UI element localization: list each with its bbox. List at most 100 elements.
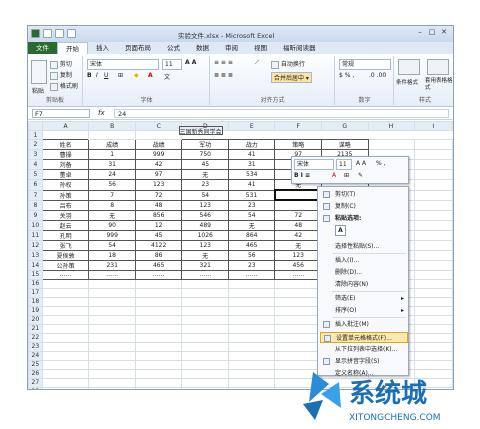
table-title-cell[interactable]: 三国新秀同学会 (178, 125, 223, 135)
column-header[interactable]: E (228, 121, 276, 131)
cell[interactable]: …… (134, 269, 183, 280)
cell[interactable]: 54 (228, 209, 276, 221)
currency-icon[interactable]: $ % , (339, 72, 354, 79)
paste-button[interactable]: 粘贴 (32, 86, 44, 95)
cell[interactable] (134, 287, 183, 298)
cell[interactable]: 465 (134, 259, 183, 271)
cell[interactable]: 战绩 (134, 139, 183, 150)
cell[interactable] (88, 323, 136, 334)
cell[interactable] (88, 130, 136, 140)
cell[interactable] (413, 229, 453, 241)
tab-file[interactable]: 文件 (28, 42, 57, 54)
cell[interactable]: 孔明 (41, 229, 90, 241)
mini-format-painter-icon[interactable]: ✎ (358, 172, 363, 179)
cell[interactable]: 42 (274, 229, 322, 241)
undo-icon[interactable] (55, 29, 64, 38)
mini-grow-font-icon[interactable]: A A (356, 160, 366, 167)
menu-sort[interactable]: 排序(O) ▸ (320, 305, 408, 316)
cell[interactable] (413, 269, 453, 280)
cell[interactable]: 90 (88, 219, 136, 231)
cell[interactable] (181, 359, 230, 370)
decimal-icon[interactable]: .0 .00 (369, 72, 386, 79)
paste-icon[interactable] (31, 60, 47, 84)
cell[interactable] (41, 386, 90, 389)
mini-size-select[interactable]: 11 (336, 159, 352, 170)
tab-insert[interactable]: 插入 (88, 42, 117, 54)
cell[interactable]: 23 (228, 199, 276, 211)
cell[interactable] (274, 305, 322, 316)
cell[interactable] (41, 350, 90, 361)
cell[interactable] (228, 305, 276, 316)
redo-icon[interactable] (67, 29, 76, 38)
cell[interactable] (181, 287, 230, 298)
cell[interactable] (413, 209, 453, 221)
cell[interactable] (228, 332, 276, 343)
cut-button[interactable]: 剪切 (50, 59, 72, 69)
cell[interactable] (41, 341, 90, 352)
cell[interactable]: 54 (181, 189, 230, 201)
row-header[interactable]: 7 (28, 189, 43, 201)
row-header[interactable]: 21 (28, 323, 43, 334)
close-icon[interactable]: ✕ (439, 28, 449, 37)
cell[interactable] (134, 341, 183, 352)
cell[interactable]: 赵云 (41, 219, 90, 231)
bold-icon[interactable]: B (87, 72, 92, 79)
cell[interactable]: 86 (134, 249, 183, 261)
cell[interactable]: 97 (134, 169, 183, 180)
cell[interactable]: 战力 (228, 139, 276, 150)
row-header[interactable]: 28 (28, 386, 43, 389)
row-header[interactable]: 20 (28, 314, 43, 325)
cell[interactable] (228, 314, 276, 325)
fill-color-icon[interactable]: ◆ (134, 72, 139, 79)
menu-clear[interactable]: 清除内容(N) (320, 279, 408, 290)
cell[interactable] (134, 296, 183, 307)
cell[interactable] (274, 296, 322, 307)
cell[interactable]: …… (181, 269, 230, 280)
cell[interactable]: 750 (181, 149, 230, 160)
grow-font-icon[interactable]: A A (185, 59, 196, 66)
cell[interactable] (413, 296, 453, 307)
cell[interactable] (274, 323, 322, 334)
row-header[interactable]: 3 (28, 149, 43, 160)
cell[interactable] (181, 278, 230, 289)
cell[interactable]: 123 (134, 179, 183, 191)
copy-button[interactable]: 复制 (50, 70, 72, 80)
cell[interactable]: 夏侯敦 (41, 249, 90, 261)
row-header[interactable]: 13 (28, 249, 43, 261)
menu-delete[interactable]: 删除(D)... (320, 267, 408, 278)
cell[interactable] (274, 341, 322, 352)
cell[interactable] (413, 189, 453, 201)
row-header[interactable]: 15 (28, 269, 43, 280)
cell[interactable] (134, 278, 183, 289)
cell[interactable] (88, 314, 136, 325)
cell[interactable] (134, 314, 183, 325)
cell[interactable]: 7 (88, 189, 136, 201)
cell[interactable] (273, 189, 323, 201)
row-header[interactable]: 10 (28, 219, 43, 231)
cell[interactable]: 456 (274, 259, 322, 271)
save-icon[interactable] (43, 29, 52, 38)
cell[interactable]: 45 (134, 229, 183, 241)
cell[interactable] (181, 296, 230, 307)
name-box[interactable]: F7 (32, 109, 90, 118)
cell[interactable] (41, 305, 90, 316)
row-header[interactable]: 16 (28, 278, 43, 289)
row-header[interactable]: 6 (28, 179, 43, 191)
cell[interactable]: 231 (88, 259, 136, 271)
merge-center-button[interactable]: 合并后居中 ▾ (271, 72, 312, 83)
cell[interactable]: 曹操 (41, 149, 90, 160)
cell[interactable] (41, 296, 90, 307)
cell[interactable] (413, 179, 453, 191)
minimize-icon[interactable]: – (415, 28, 425, 37)
cell[interactable]: 31 (228, 159, 276, 170)
row-header[interactable]: 14 (28, 259, 43, 271)
cell[interactable] (181, 377, 230, 388)
cell[interactable]: 12 (134, 219, 183, 231)
wrap-text-button[interactable]: 自动换行 (271, 59, 305, 69)
row-header[interactable]: 18 (28, 296, 43, 307)
cell[interactable]: 72 (134, 189, 183, 201)
cell[interactable] (134, 368, 183, 379)
cell[interactable] (413, 169, 453, 180)
align-top-icon[interactable]: ≡ ≡ ≡ (214, 59, 233, 66)
cell[interactable] (228, 386, 276, 389)
